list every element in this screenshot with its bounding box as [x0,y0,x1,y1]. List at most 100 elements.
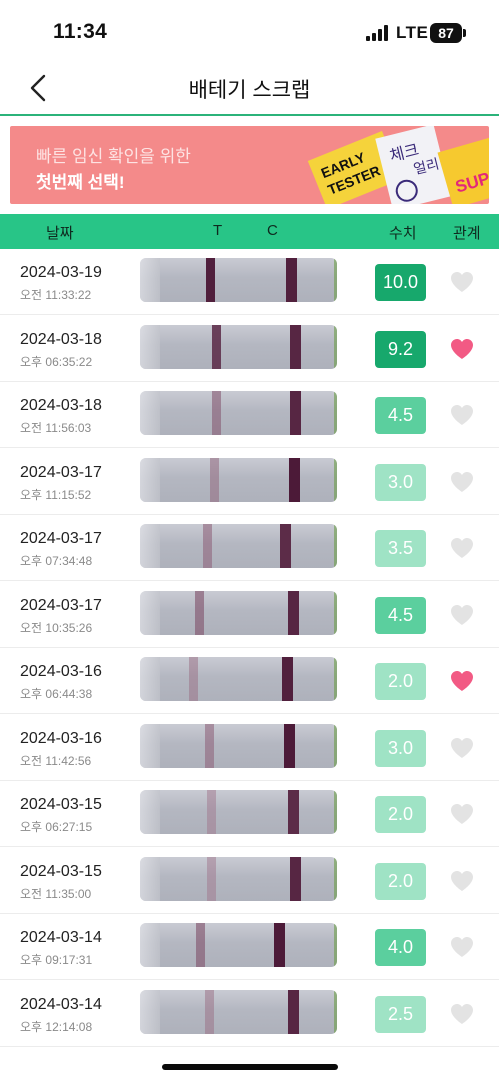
heart-icon[interactable] [450,471,474,493]
table-header: 날짜 T C 수치 관계 [0,214,499,249]
strip-tip [334,324,337,369]
header-relation: 관계 [453,225,481,242]
list-item[interactable]: 2024-03-17 오후 11:15:52 3.0 [0,449,499,515]
battery-tip [463,29,466,37]
row-time: 오전 11:56:03 [20,421,92,435]
test-strip-image [140,989,337,1034]
strip-c-line [288,790,299,834]
heart-icon[interactable] [450,537,474,559]
heart-icon[interactable] [450,1003,474,1025]
row-time: 오후 11:15:52 [20,487,92,502]
strip-c-line [290,324,301,369]
list-item[interactable]: 2024-03-16 오후 06:44:38 2.0 [0,648,499,714]
row-date: 2024-03-14 [20,929,102,946]
value-badge: 2.5 [375,995,426,1033]
heart-icon[interactable] [450,670,474,692]
test-strip-image [140,723,337,768]
strip-c-line [274,923,285,967]
strip-t-line [205,989,214,1034]
test-strip-image [140,324,337,369]
strip-t-line [210,457,219,502]
strip-tip [334,657,337,701]
row-time: 오후 07:34:48 [20,554,93,568]
header-c-line: C [267,222,278,239]
row-date: 2024-03-17 [20,463,102,481]
test-strip-image [140,258,337,302]
strip-tip [334,258,337,302]
strip-tip [334,524,337,568]
value-badge: 3.0 [375,729,426,767]
value-badge: 4.0 [375,929,426,966]
strip-c-line [290,391,301,435]
strip-handle [140,723,160,768]
home-indicator [162,1064,338,1070]
strip-t-line [195,590,204,635]
row-date: 2024-03-18 [20,397,102,414]
strip-tip [334,590,337,635]
row-date: 2024-03-18 [20,330,102,348]
strip-handle [140,391,160,435]
list-item[interactable]: 2024-03-18 오후 06:35:22 9.2 [0,316,499,382]
header-t-line: T [213,222,223,239]
strip-t-line [207,856,216,901]
heart-icon[interactable] [450,737,474,759]
strip-c-line [288,590,299,635]
banner-subtitle: 빠른 임신 확인을 위한 [36,147,191,166]
strip-t-line [212,324,221,369]
value-badge: 10.0 [375,264,426,301]
ad-banner[interactable]: 빠른 임신 확인을 위한 첫번째 선택! EARLY TESTER 체크 얼리 … [10,126,489,204]
strip-handle [140,657,160,701]
strip-handle [140,790,160,834]
heart-icon[interactable] [450,803,474,825]
heart-icon[interactable] [450,604,474,626]
status-time: 11:34 [53,20,108,43]
strip-c-line [290,856,301,901]
list-item[interactable]: 2024-03-14 오후 09:17:31 4.0 [0,914,499,980]
strip-c-line [288,989,299,1034]
strip-t-line [203,524,212,568]
list-item[interactable]: 2024-03-15 오전 11:35:00 2.0 [0,848,499,914]
battery-icon: 87 [430,23,462,43]
test-strip-image [140,657,337,701]
signal-icon [366,25,388,41]
strip-handle [140,856,160,901]
banner-title: 첫번째 선택! [36,173,125,192]
row-date: 2024-03-15 [20,796,102,813]
header-date: 날짜 [46,225,74,242]
strip-t-line [206,258,215,302]
strip-tip [334,856,337,901]
strip-c-line [280,524,291,568]
row-date: 2024-03-14 [20,995,102,1013]
strip-handle [140,324,160,369]
list-item[interactable]: 2024-03-16 오전 11:42:56 3.0 [0,715,499,781]
list-item[interactable]: 2024-03-17 오후 07:34:48 3.5 [0,515,499,581]
row-time: 오전 11:35:00 [20,886,92,901]
test-strip-image [140,457,337,502]
heart-icon[interactable] [450,404,474,426]
heart-icon[interactable] [450,271,474,293]
strip-t-line [189,657,198,701]
strip-handle [140,258,160,302]
strip-t-line [207,790,216,834]
test-strip-image [140,856,337,901]
value-badge: 4.5 [375,596,426,634]
heart-icon[interactable] [450,870,474,892]
row-time: 오후 06:44:38 [20,687,93,701]
list-item[interactable]: 2024-03-15 오후 06:27:15 2.0 [0,781,499,847]
row-date: 2024-03-19 [20,264,102,281]
list-item[interactable]: 2024-03-17 오전 10:35:26 4.5 [0,582,499,648]
value-badge: 3.5 [375,530,426,567]
header-value: 수치 [389,225,417,242]
row-time: 오전 10:35:26 [20,620,93,635]
heart-icon[interactable] [450,338,474,360]
strip-tip [334,391,337,435]
strip-handle [140,923,160,967]
row-date: 2024-03-17 [20,530,102,547]
value-badge: 4.5 [375,397,426,434]
heart-icon[interactable] [450,936,474,958]
list-item[interactable]: 2024-03-18 오전 11:56:03 4.5 [0,382,499,448]
list-item[interactable]: 2024-03-19 오전 11:33:22 10.0 [0,249,499,315]
row-date: 2024-03-16 [20,729,102,747]
strip-c-line [282,657,293,701]
list-item[interactable]: 2024-03-14 오후 12:14:08 2.5 [0,981,499,1047]
